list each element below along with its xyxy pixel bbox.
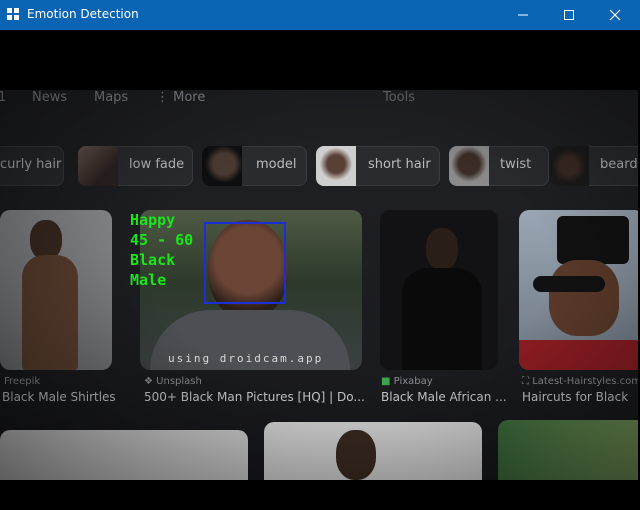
result-image-1 bbox=[0, 210, 112, 370]
result-image-5 bbox=[0, 430, 248, 480]
race-label: Black bbox=[130, 251, 176, 269]
camera-frame: 1 News Maps ⋮ More Tools curly hair low … bbox=[0, 30, 638, 510]
result-caption-1: Black Male Shirtles bbox=[2, 390, 116, 404]
emotion-label: Happy bbox=[130, 211, 176, 229]
result-image-6 bbox=[264, 422, 482, 480]
chip-model: model bbox=[202, 146, 307, 186]
nav-tools: Tools bbox=[383, 90, 416, 105]
window-titlebar[interactable]: Emotion Detection bbox=[0, 0, 640, 30]
chip-twist: twist bbox=[449, 146, 549, 186]
chip-low-fade: low fade bbox=[78, 146, 193, 186]
gender-label: Male bbox=[130, 271, 167, 289]
camera-image: 1 News Maps ⋮ More Tools curly hair low … bbox=[0, 90, 638, 480]
app-icon bbox=[7, 8, 19, 20]
chip-beard: beard bbox=[549, 146, 638, 186]
result-image-3 bbox=[380, 210, 498, 370]
chip-curly-hair: curly hair bbox=[0, 146, 64, 186]
detection-labels: Happy 45 - 60 Black Male bbox=[130, 210, 193, 290]
result-source-1: Freepik bbox=[4, 376, 41, 387]
nav-tab-more: ⋮ More bbox=[156, 90, 206, 105]
droidcam-watermark: using droidcam.app bbox=[168, 352, 324, 365]
age-label: 45 - 60 bbox=[130, 231, 194, 249]
result-image-4 bbox=[519, 210, 638, 370]
close-button[interactable] bbox=[592, 0, 638, 30]
face-detection-box bbox=[204, 222, 286, 304]
result-caption-4: Haircuts for Black bbox=[522, 390, 629, 404]
maximize-button[interactable] bbox=[546, 0, 592, 30]
window-title: Emotion Detection bbox=[27, 7, 139, 21]
minimize-icon bbox=[518, 14, 528, 16]
result-caption-2: 500+ Black Man Pictures [HQ] | Do... bbox=[144, 390, 365, 404]
result-source-3: ■ Pixabay bbox=[381, 376, 433, 387]
close-icon bbox=[609, 9, 621, 21]
result-image-7 bbox=[498, 420, 638, 480]
chip-short-hair: short hair bbox=[316, 146, 440, 186]
nav-tab-maps: Maps bbox=[94, 90, 129, 105]
result-source-4: ⛶ Latest-Hairstyles.com bbox=[522, 376, 638, 387]
result-caption-3: Black Male African ... bbox=[381, 390, 507, 404]
result-source-2: ❖ Unsplash bbox=[144, 376, 202, 387]
nav-fragment: 1 bbox=[0, 90, 7, 105]
maximize-icon bbox=[564, 10, 574, 20]
nav-tab-news: News bbox=[32, 90, 68, 105]
minimize-button[interactable] bbox=[500, 0, 546, 30]
